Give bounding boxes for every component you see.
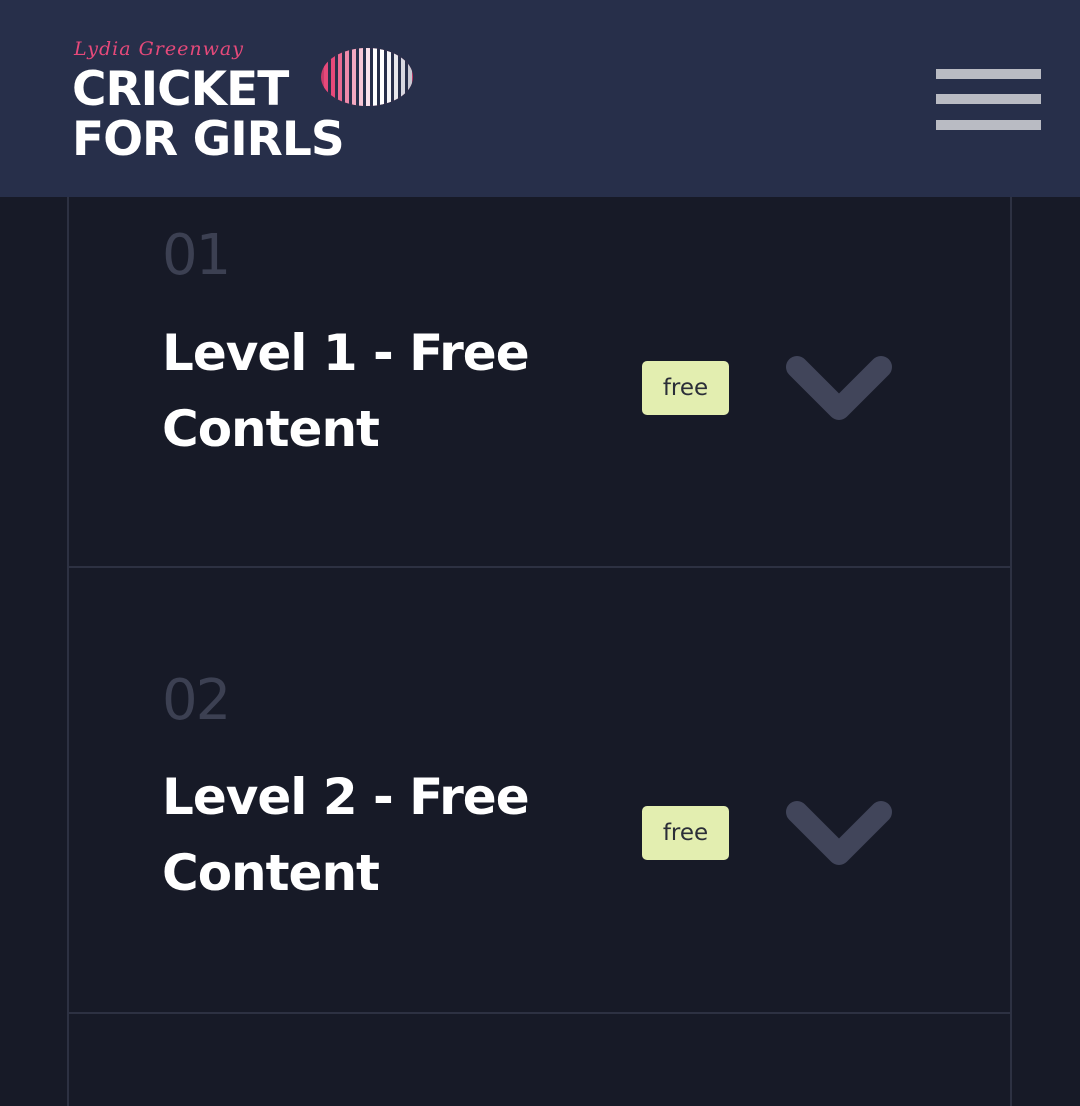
hamburger-menu-icon[interactable] bbox=[930, 64, 1046, 136]
menu-bar bbox=[936, 120, 1041, 130]
level-title[interactable]: Level 2 - Free Content bbox=[162, 759, 592, 911]
level-item[interactable]: 02 Level 2 - Free Content free bbox=[69, 568, 1010, 1014]
chevron-down-icon[interactable] bbox=[783, 349, 895, 429]
logo-line-for-girls: FOR GIRLS bbox=[72, 112, 345, 167]
logo-script-text: Lydia Greenway bbox=[74, 38, 244, 60]
level-title[interactable]: Level 1 - Free Content bbox=[162, 315, 592, 467]
level-item[interactable] bbox=[69, 1014, 1010, 1106]
levels-list: 01 Level 1 - Free Content free 02 Level … bbox=[67, 197, 1012, 1106]
site-header: Lydia Greenway CRICKET FOR GIRLS bbox=[0, 0, 1080, 197]
free-badge: free bbox=[642, 361, 729, 415]
level-item[interactable]: 01 Level 1 - Free Content free bbox=[69, 197, 1010, 568]
menu-bar bbox=[936, 69, 1041, 79]
page: Lydia Greenway CRICKET FOR GIRLS 01 Leve… bbox=[0, 0, 1080, 1106]
chevron-down-icon[interactable] bbox=[783, 794, 895, 874]
level-number: 01 bbox=[162, 223, 231, 288]
cricket-ball-icon bbox=[321, 48, 413, 106]
menu-bar bbox=[936, 94, 1041, 104]
site-logo[interactable]: Lydia Greenway CRICKET FOR GIRLS bbox=[72, 36, 432, 166]
free-badge: free bbox=[642, 806, 729, 860]
logo-line-cricket: CRICKET bbox=[72, 62, 289, 117]
level-number: 02 bbox=[162, 668, 231, 733]
